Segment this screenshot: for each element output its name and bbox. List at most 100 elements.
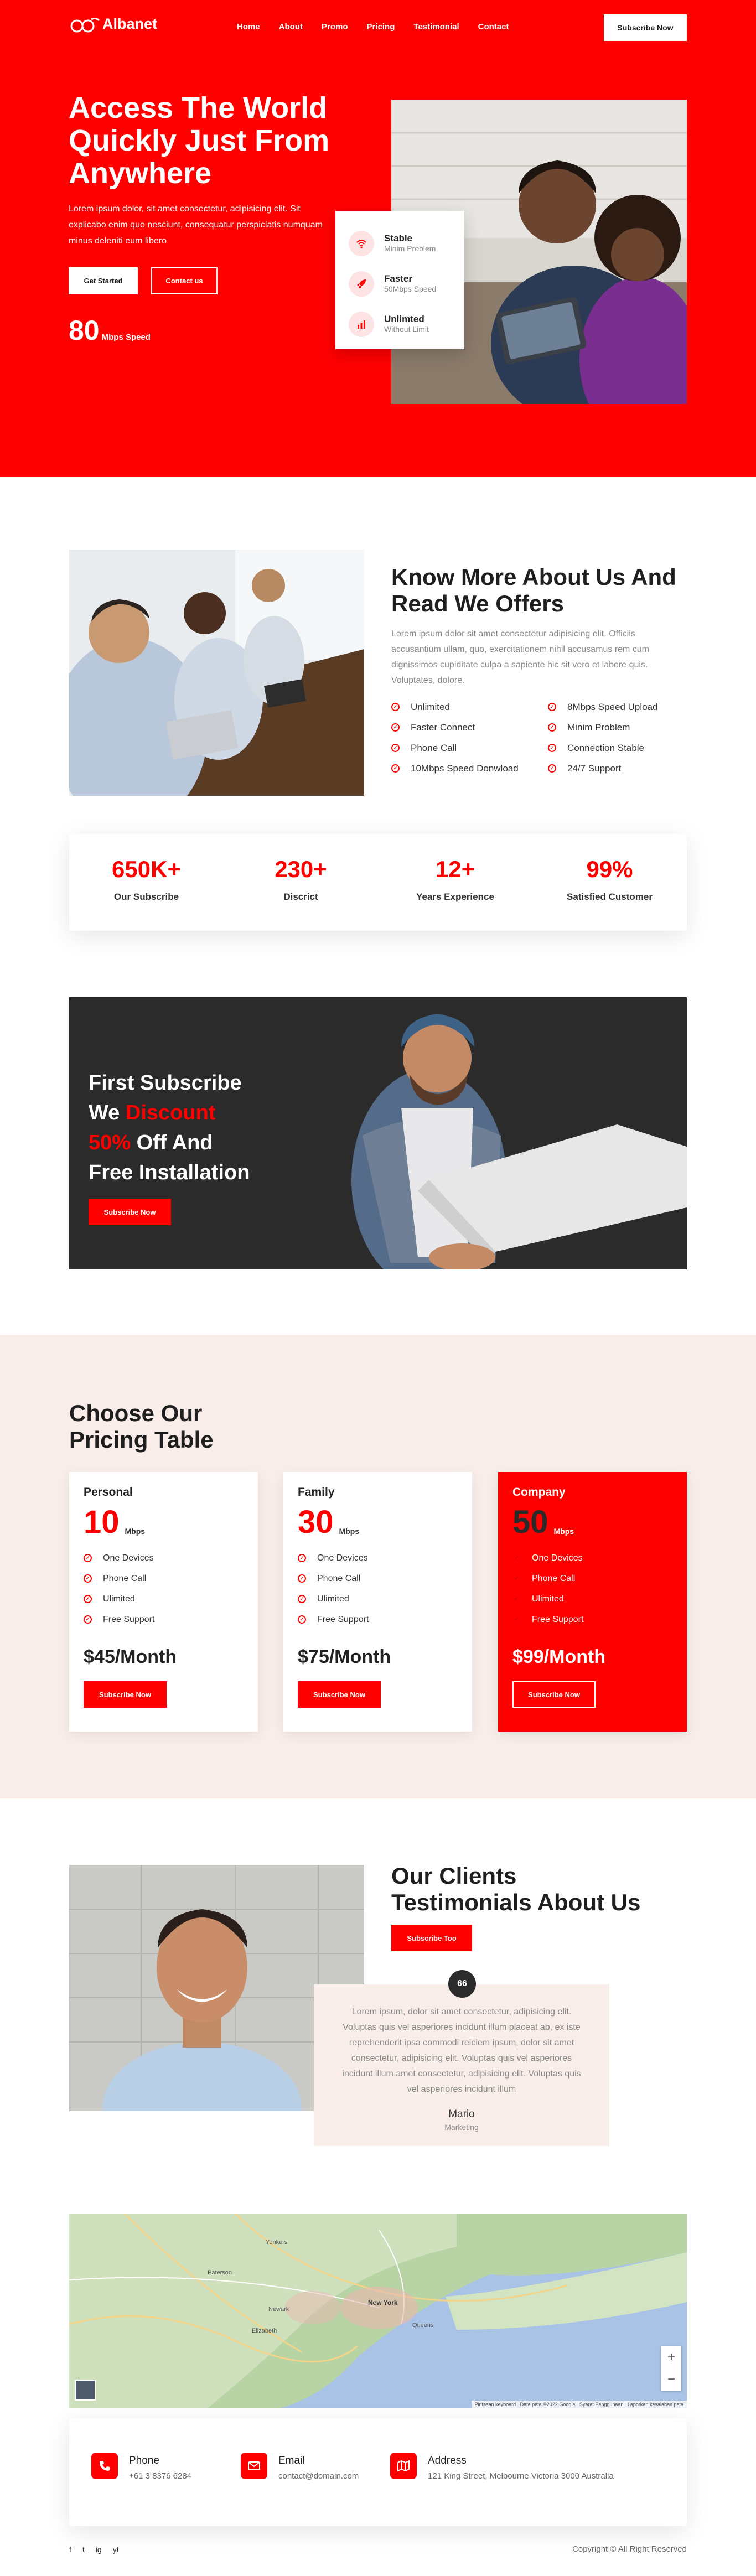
map-layer-toggle[interactable] <box>75 2380 96 2401</box>
map-label: New York <box>368 2299 398 2307</box>
social-links: f t ig yt <box>69 2545 119 2554</box>
stat-item: 230+ Discrict <box>275 856 327 902</box>
feature-faster: Faster 50Mbps Speed <box>349 263 464 304</box>
nav-item-contact[interactable]: Contact <box>478 22 509 32</box>
subscribe-too-button[interactable]: Subscribe Too <box>391 1925 472 1951</box>
check-icon: ✓ <box>548 723 556 732</box>
list-item: ✓ One Devices <box>84 1548 244 1568</box>
list-item: ✓ Ulimited <box>512 1589 672 1609</box>
hero-title: Access The World Quickly Just From Anywh… <box>69 91 330 190</box>
check-icon: ✓ <box>391 723 400 732</box>
highlight-text: Discount <box>125 1101 216 1124</box>
nav-item-testimonial[interactable]: Testimonial <box>413 22 459 32</box>
pricing-card-personal: Personal 10 Mbps ✓ One Devices ✓ Phone Call… <box>69 1472 258 1732</box>
map-zoom-controls: + − <box>661 2346 681 2391</box>
check-icon: ✓ <box>298 1554 306 1562</box>
zoom-out-button[interactable]: − <box>667 2372 675 2387</box>
client-name: Mario <box>448 2108 475 2120</box>
instagram-icon[interactable]: ig <box>96 2545 102 2554</box>
quote-icon: 66 <box>448 1970 476 1998</box>
copyright: Copyright © All Right Reserved <box>572 2544 687 2554</box>
phone-icon <box>91 2453 118 2479</box>
speed-value: 80 <box>69 315 100 346</box>
nav-item-pricing[interactable]: Pricing <box>367 22 395 32</box>
check-icon: ✓ <box>512 1615 521 1624</box>
plan-subscribe-button[interactable]: Subscribe Now <box>298 1681 381 1708</box>
plan-price: $99/Month <box>512 1646 606 1667</box>
list-item: ✓ Phone Call <box>512 1568 672 1589</box>
get-started-button[interactable]: Get Started <box>69 267 138 294</box>
list-item: ✓ Minim Problem <box>548 717 658 738</box>
map-label: Newark <box>268 2306 289 2313</box>
brand-logo[interactable]: Albanet <box>69 15 157 33</box>
pricing-card-company: Company 50 Mbps ✓ One Devices ✓ Phone Call … <box>498 1472 687 1732</box>
contact-address: Address 121 King Street, Melbourne Victor… <box>390 2453 656 2492</box>
pricing-title: Choose Our Pricing Table <box>69 1400 214 1453</box>
list-item: ✓ One Devices <box>512 1548 672 1568</box>
speed-unit: Mbps Speed <box>101 333 151 342</box>
chart-icon <box>349 311 374 337</box>
feature-title: Faster <box>384 273 413 284</box>
list-item: ✓ Phone Call <box>391 738 519 758</box>
check-icon: ✓ <box>391 703 400 711</box>
check-icon: ✓ <box>84 1554 92 1562</box>
check-icon: ✓ <box>84 1574 92 1583</box>
list-item: ✓ Faster Connect <box>391 717 519 738</box>
contact-phone: Phone +61 3 8376 6284 <box>91 2453 241 2492</box>
hero-features-card: Stable Minim Problem Faster 50Mbps Speed U… <box>335 211 464 349</box>
check-icon: ✓ <box>548 703 556 711</box>
stat-item: 12+ Years Experience <box>416 856 494 902</box>
check-icon: ✓ <box>391 744 400 752</box>
location-map[interactable]: Yonkers Newark New York Paterson Elizabe… <box>69 2214 687 2408</box>
stat-item: 99% Satisfied Customer <box>567 856 653 902</box>
nav-item-about[interactable]: About <box>279 22 303 32</box>
map-label: Queens <box>412 2322 434 2329</box>
feature-unlimited: Unlimted Without Limit <box>349 304 464 344</box>
about-office-photo <box>69 550 364 796</box>
pricing-card-family: Family 30 Mbps ✓ One Devices ✓ Phone Call ✓… <box>283 1472 472 1732</box>
nav-item-promo[interactable]: Promo <box>322 22 348 32</box>
twitter-icon[interactable]: t <box>82 2545 85 2554</box>
check-icon: ✓ <box>512 1595 521 1603</box>
feature-title: Stable <box>384 232 413 243</box>
check-icon: ✓ <box>548 764 556 773</box>
about-list-left: ✓ Unlimited ✓ Faster Connect ✓ Phone Call ✓… <box>391 697 519 779</box>
nav-item-home[interactable]: Home <box>237 22 260 32</box>
map-label: Yonkers <box>266 2239 288 2246</box>
list-item: ✓ Phone Call <box>84 1568 244 1589</box>
check-icon: ✓ <box>298 1595 306 1603</box>
contact-card: Phone +61 3 8376 6284 Email contact@domain… <box>69 2418 687 2526</box>
list-item: ✓ Free Support <box>512 1609 672 1630</box>
list-item: ✓ Unlimited <box>391 697 519 717</box>
client-role: Marketing <box>444 2123 479 2132</box>
list-item: ✓ 10Mbps Speed Donwload <box>391 758 519 779</box>
rocket-icon <box>349 271 374 297</box>
zoom-in-button[interactable]: + <box>667 2350 675 2365</box>
wifi-icon <box>349 230 374 256</box>
speed-indicator: 80 Mbps Speed <box>69 317 151 344</box>
brand-name: Albanet <box>102 15 158 32</box>
facebook-icon[interactable]: f <box>69 2545 71 2554</box>
check-icon: ✓ <box>84 1615 92 1624</box>
check-icon: ✓ <box>298 1574 306 1583</box>
contact-us-button[interactable]: Contact us <box>151 267 218 294</box>
list-item: ✓ Ulimited <box>298 1589 458 1609</box>
map-icon <box>390 2453 417 2479</box>
check-icon: ✓ <box>391 764 400 773</box>
plan-price: $45/Month <box>84 1646 177 1667</box>
footer: f t ig yt Copyright © All Right Reserved <box>69 2544 687 2554</box>
highlight-text: 50% <box>89 1131 131 1154</box>
check-icon: ✓ <box>298 1615 306 1624</box>
check-icon: ✓ <box>548 744 556 752</box>
subscribe-now-button[interactable]: Subscribe Now <box>604 14 687 41</box>
promo-subscribe-button[interactable]: Subscribe Now <box>89 1199 171 1225</box>
stat-item: 650K+ Our Subscribe <box>112 856 181 902</box>
plan-subscribe-button[interactable]: Subscribe Now <box>512 1681 596 1708</box>
youtube-icon[interactable]: yt <box>113 2545 119 2554</box>
map-attribution[interactable]: Pintasan keyboard Data peta ©2022 Google… <box>471 2401 687 2408</box>
check-icon: ✓ <box>84 1595 92 1603</box>
plan-subscribe-button[interactable]: Subscribe Now <box>84 1681 167 1708</box>
list-item: ✓ 8Mbps Speed Upload <box>548 697 658 717</box>
map-label: Paterson <box>208 2269 232 2276</box>
hero-text: Lorem ipsum dolor, sit amet consectetur,… <box>69 204 323 246</box>
